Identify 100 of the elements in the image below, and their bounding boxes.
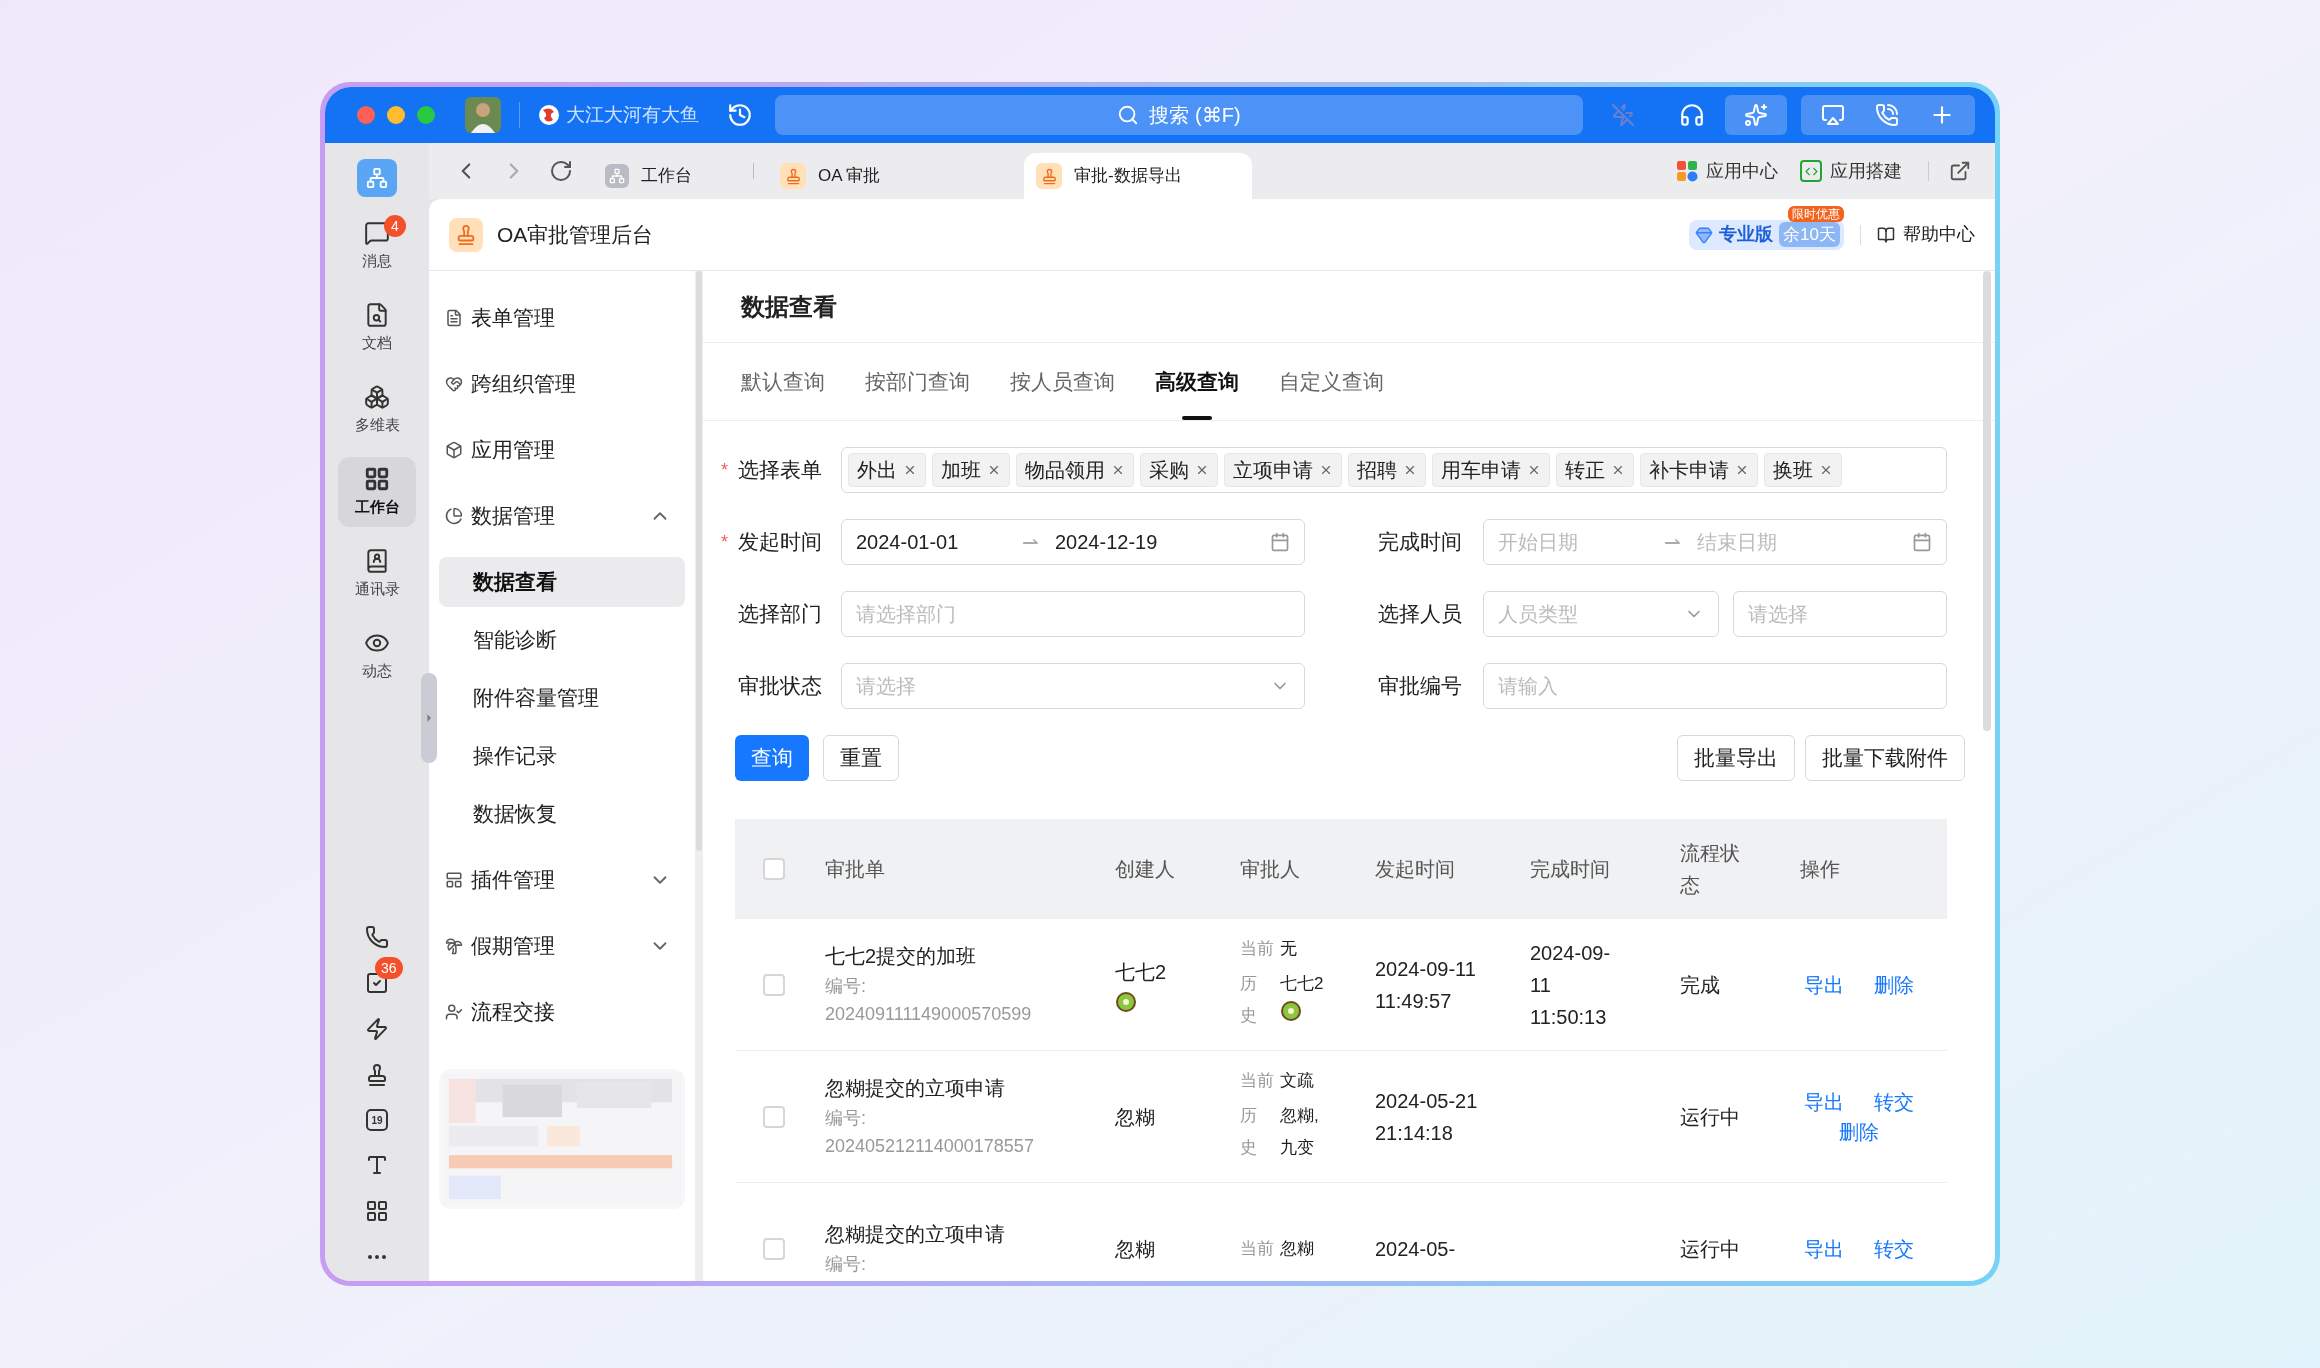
remove-icon[interactable] bbox=[987, 463, 1001, 477]
row-checkbox[interactable] bbox=[763, 973, 785, 996]
request-title[interactable]: 七七2提交的加班 bbox=[825, 941, 1103, 971]
pop-out-icon[interactable] bbox=[1949, 160, 1971, 182]
nav-item[interactable]: 流程交接 bbox=[439, 979, 685, 1045]
help-center-link[interactable]: 帮助中心 bbox=[1903, 221, 1975, 248]
nav-item[interactable]: 数据管理 bbox=[439, 483, 685, 549]
query-tab[interactable]: 按人员查询 bbox=[1010, 343, 1115, 420]
row-checkbox[interactable] bbox=[763, 1105, 785, 1128]
browser-tab[interactable]: 审批-数据导出 bbox=[1024, 153, 1252, 199]
rail-item[interactable]: 工作台 bbox=[338, 457, 416, 527]
query-tab[interactable]: 默认查询 bbox=[741, 343, 825, 420]
history-icon[interactable] bbox=[727, 102, 753, 128]
headset-icon[interactable] bbox=[1679, 102, 1705, 128]
remove-icon[interactable] bbox=[1111, 463, 1125, 477]
remove-icon[interactable] bbox=[1611, 463, 1625, 477]
row-action-link[interactable]: 导出 bbox=[1804, 1086, 1844, 1117]
form-tag[interactable]: 用车申请 bbox=[1432, 453, 1550, 487]
org-switcher-button[interactable] bbox=[357, 159, 397, 197]
query-tab[interactable]: 按部门查询 bbox=[865, 343, 970, 420]
query-tab[interactable]: 自定义查询 bbox=[1279, 343, 1384, 420]
nav-item[interactable]: 假期管理 bbox=[439, 913, 685, 979]
request-title[interactable]: 忽糊提交的立项申请 bbox=[825, 1073, 1103, 1103]
nav-item[interactable]: 表单管理 bbox=[439, 285, 685, 351]
browser-tab[interactable]: OA 审批 bbox=[768, 153, 928, 199]
form-tag[interactable]: 转正 bbox=[1556, 453, 1634, 487]
form-action-button[interactable]: 查询 bbox=[735, 735, 809, 781]
tasks-icon[interactable] bbox=[365, 971, 389, 995]
nav-item[interactable]: 插件管理 bbox=[439, 847, 685, 913]
row-action-link[interactable]: 删除 bbox=[1839, 1116, 1879, 1147]
nav-subitem[interactable]: 操作记录 bbox=[439, 731, 685, 781]
row-action-link[interactable]: 导出 bbox=[1804, 969, 1844, 1000]
rail-item[interactable]: 通讯录 bbox=[338, 539, 416, 609]
app-center-link[interactable]: 应用中心 bbox=[1706, 157, 1778, 185]
row-action-link[interactable]: 转交 bbox=[1874, 1086, 1914, 1117]
plan-badge[interactable]: 专业版 余10天 bbox=[1689, 219, 1844, 250]
cube-icon bbox=[445, 441, 463, 459]
text-style-icon[interactable] bbox=[365, 1153, 389, 1177]
unread-badge: 4 bbox=[384, 215, 406, 237]
app-center-icon bbox=[1676, 160, 1698, 182]
rail-item[interactable]: 多维表 bbox=[338, 375, 416, 445]
bulk-action-button[interactable]: 批量下载附件 bbox=[1805, 735, 1965, 781]
start-time: 2024-09-11 11:49:57 bbox=[1375, 956, 1477, 1014]
remove-icon[interactable] bbox=[1735, 463, 1749, 477]
text-input-field[interactable]: 请选择部门 bbox=[841, 591, 1305, 637]
request-code-label: 编号: bbox=[825, 1107, 867, 1130]
bulk-action-button[interactable]: 批量导出 bbox=[1677, 735, 1795, 781]
form-tag[interactable]: 采购 bbox=[1140, 453, 1218, 487]
rail-item[interactable]: 动态 bbox=[338, 621, 416, 691]
nav-subitem[interactable]: 智能诊断 bbox=[439, 615, 685, 665]
remove-icon[interactable] bbox=[1403, 463, 1417, 477]
rail-item[interactable]: 文档 bbox=[338, 293, 416, 363]
form-tag[interactable]: 换班 bbox=[1764, 453, 1842, 487]
ai-button[interactable] bbox=[1725, 95, 1787, 135]
form-action-button[interactable]: 重置 bbox=[823, 735, 899, 781]
form-tag[interactable]: 招聘 bbox=[1348, 453, 1426, 487]
nav-item[interactable]: 跨组织管理 bbox=[439, 351, 685, 417]
apps-icon[interactable] bbox=[365, 1199, 389, 1223]
nav-subitem[interactable]: 数据恢复 bbox=[439, 789, 685, 839]
request-title[interactable]: 忽糊提交的立项申请 bbox=[825, 1218, 1103, 1249]
select-all-checkbox[interactable] bbox=[763, 858, 785, 880]
nav-item[interactable]: 应用管理 bbox=[439, 417, 685, 483]
nav-subitem[interactable]: 附件容量管理 bbox=[439, 673, 685, 723]
date-range-field[interactable]: 2024-01-01 ⇀ 2024-12-19 bbox=[841, 519, 1305, 565]
remove-icon[interactable] bbox=[1195, 463, 1209, 477]
person-picker-field[interactable]: 请选择 bbox=[1733, 591, 1947, 637]
form-tag[interactable]: 立项申请 bbox=[1224, 453, 1342, 487]
row-action-link[interactable]: 删除 bbox=[1874, 969, 1914, 1000]
browser-tab[interactable]: 工作台 bbox=[593, 153, 753, 199]
query-tab[interactable]: 高级查询 bbox=[1155, 343, 1239, 420]
rail-item[interactable]: 消息 4 bbox=[338, 211, 416, 281]
row-checkbox[interactable] bbox=[763, 1237, 785, 1260]
collapse-handle[interactable] bbox=[421, 673, 437, 763]
scrollbar[interactable] bbox=[696, 271, 702, 851]
kiwi-icon bbox=[1280, 999, 1302, 1022]
history-approver: 忽糊, bbox=[1280, 1104, 1319, 1127]
remove-icon[interactable] bbox=[1527, 463, 1541, 477]
remove-icon[interactable] bbox=[1319, 463, 1333, 477]
avatar-icon[interactable] bbox=[465, 97, 501, 133]
phone-icon[interactable] bbox=[365, 925, 389, 949]
form-tag[interactable]: 补卡申请 bbox=[1640, 453, 1758, 487]
nav-subitem[interactable]: 数据查看 bbox=[439, 557, 685, 607]
minimize-window-button[interactable] bbox=[387, 106, 405, 124]
calendar-day-icon[interactable]: 19 bbox=[366, 1109, 388, 1131]
stamp-icon[interactable] bbox=[365, 1063, 389, 1087]
remove-icon[interactable] bbox=[903, 463, 917, 477]
row-action-link[interactable]: 导出 bbox=[1804, 1233, 1844, 1264]
field-label: 发起时间 bbox=[738, 529, 822, 556]
refresh-icon[interactable] bbox=[549, 159, 573, 183]
scrollbar[interactable] bbox=[1983, 271, 1991, 731]
app-builder-link[interactable]: 应用搭建 bbox=[1830, 157, 1902, 185]
lightning-icon[interactable] bbox=[365, 1017, 389, 1041]
remove-icon[interactable] bbox=[1819, 463, 1833, 477]
form-tags-field[interactable]: 外出 加班 物品领用 采购 立项申请 招聘 用车申请 转正 补卡申请 换班 bbox=[841, 447, 1947, 493]
form-tag[interactable]: 加班 bbox=[932, 453, 1010, 487]
row-action-link[interactable]: 转交 bbox=[1874, 1233, 1914, 1264]
screen-cast-icon[interactable] bbox=[1821, 103, 1845, 127]
form-tag[interactable]: 外出 bbox=[848, 453, 926, 487]
text-input-field[interactable]: 请输入 bbox=[1483, 663, 1947, 709]
form-tag[interactable]: 物品领用 bbox=[1016, 453, 1134, 487]
